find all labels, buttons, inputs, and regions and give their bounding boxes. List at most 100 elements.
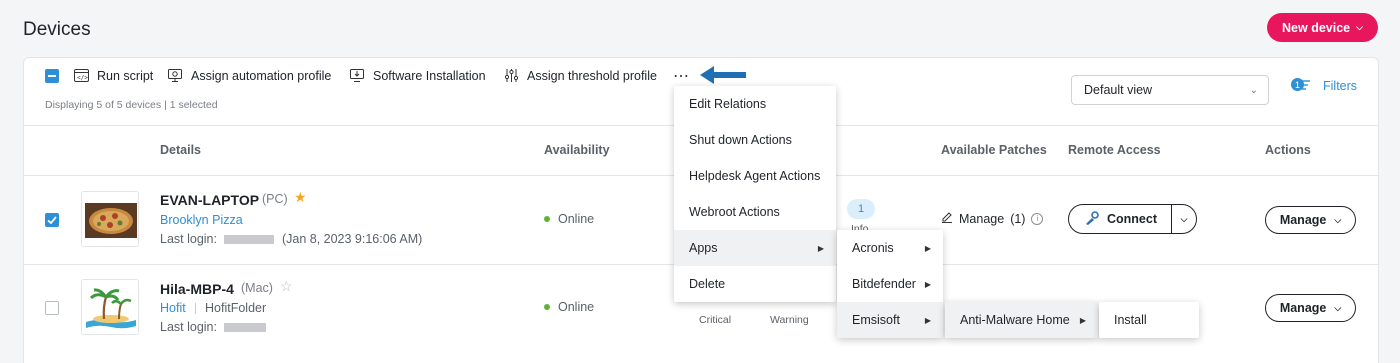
new-device-button[interactable]: New device ⌵	[1267, 13, 1378, 42]
submenu-item-emsisoft[interactable]: Emsisoft ▶	[837, 302, 943, 338]
col-header-actions[interactable]: Actions	[1265, 143, 1311, 157]
assign-threshold-profile-label: Assign threshold profile	[527, 68, 657, 83]
select-all-checkbox[interactable]	[45, 69, 59, 83]
connect-options-button[interactable]: ⌵	[1172, 214, 1196, 225]
info-count-badge[interactable]: 1	[847, 199, 875, 219]
row-checkbox[interactable]	[45, 301, 59, 315]
menu-item-apps-label: Apps	[689, 241, 718, 255]
submenu-item-acronis[interactable]: Acronis ▶	[837, 230, 943, 266]
manage-label: Manage	[1279, 213, 1327, 227]
view-select-value: Default view	[1084, 83, 1153, 97]
online-dot-icon	[544, 216, 550, 222]
device-name[interactable]: Hila-MBP-4	[160, 281, 234, 297]
info-icon[interactable]: i	[1031, 212, 1044, 225]
chevron-down-icon: ⌵	[1334, 214, 1342, 225]
arrow-left-icon	[700, 66, 746, 84]
more-actions-button[interactable]: ⋯	[673, 66, 690, 86]
view-select[interactable]: Default view ⌄	[1071, 75, 1269, 105]
caret-right-icon: ▶	[1079, 315, 1086, 325]
submenu-item-anti-malware-home[interactable]: Anti-Malware Home ▶	[945, 302, 1098, 338]
availability-label: Online	[558, 212, 595, 226]
submenu-item-bitdefender[interactable]: Bitdefender ▶	[837, 266, 943, 302]
page-title: Devices	[23, 19, 91, 40]
assign-threshold-profile-button[interactable]: Assign threshold profile	[504, 68, 657, 83]
caret-right-icon: ▶	[817, 243, 824, 253]
software-installation-button[interactable]: Software Installation	[350, 68, 486, 83]
chevron-down-icon: ⌵	[1334, 302, 1342, 313]
connect-button-group: Connect ⌵	[1068, 204, 1197, 234]
caret-right-icon: ▶	[924, 243, 931, 253]
chevron-down-icon: ⌄	[1249, 84, 1258, 96]
connect-label: Connect	[1107, 212, 1157, 226]
availability-status: Online	[544, 212, 594, 226]
customer-link[interactable]: Hofit	[160, 301, 186, 315]
availability-status: Online	[544, 300, 594, 314]
redacted-user	[224, 323, 267, 333]
anti-malware-submenu: Install	[1099, 302, 1199, 338]
patches-manage-label: Manage	[959, 211, 1005, 226]
col-header-available-patches[interactable]: Available Patches	[941, 143, 1047, 157]
row-checkbox[interactable]	[45, 213, 59, 227]
device-thumbnail	[81, 191, 139, 247]
caret-right-icon: ▶	[924, 279, 931, 289]
favorite-star-icon[interactable]: ★	[294, 189, 307, 206]
menu-item-shut-down-actions[interactable]: Shut down Actions	[674, 122, 836, 158]
folder-name: HofitFolder	[205, 301, 267, 315]
threshold-sliders-icon	[504, 68, 519, 83]
warning-label: Warning	[770, 314, 809, 326]
redacted-user	[224, 235, 275, 245]
filters-count-badge: 1	[1291, 78, 1304, 91]
software-install-icon	[350, 68, 365, 83]
pizza-image	[82, 192, 138, 246]
chevron-down-icon: ⌵	[1180, 213, 1188, 224]
submenu-item-anti-malware-home-label: Anti-Malware Home	[960, 313, 1070, 327]
device-name[interactable]: EVAN-LAPTOP	[160, 192, 259, 208]
emsisoft-submenu: Anti-Malware Home ▶	[945, 302, 1098, 338]
chevron-down-icon: ⌵	[1356, 22, 1363, 32]
submenu-item-bitdefender-label: Bitdefender	[852, 277, 916, 291]
last-login-date: (Jan 8, 2023 9:16:06 AM)	[281, 232, 423, 246]
menu-item-delete[interactable]: Delete	[674, 266, 836, 302]
caret-right-icon: ▶	[924, 315, 931, 325]
menu-item-edit-relations[interactable]: Edit Relations	[674, 86, 836, 122]
script-icon: </>	[74, 68, 89, 83]
col-header-availability[interactable]: Availability	[544, 143, 610, 157]
submenu-item-acronis-label: Acronis	[852, 241, 894, 255]
favorite-star-icon[interactable]: ☆	[280, 278, 293, 295]
patches-manage-link[interactable]: Manage (1) i	[941, 211, 1044, 226]
run-script-button[interactable]: </> Run script	[74, 68, 153, 83]
island-image	[82, 280, 138, 334]
software-installation-label: Software Installation	[373, 68, 486, 83]
more-actions-menu: Edit Relations Shut down Actions Helpdes…	[674, 86, 836, 302]
col-header-details[interactable]: Details	[160, 143, 201, 157]
customer-link[interactable]: Brooklyn Pizza	[160, 213, 243, 227]
menu-item-helpdesk-agent-actions[interactable]: Helpdesk Agent Actions	[674, 158, 836, 194]
automation-profile-icon	[168, 68, 183, 83]
svg-text:</>: </>	[77, 75, 88, 82]
menu-item-apps[interactable]: Apps ▶	[674, 230, 836, 266]
last-login: Last login: (Jan 8, 2023 9:16:06 AM)	[160, 232, 422, 246]
manage-button[interactable]: Manage ⌵	[1265, 294, 1356, 322]
connect-button[interactable]: Connect	[1069, 205, 1172, 233]
device-type: (Mac)	[241, 281, 273, 295]
filters-label: Filters	[1323, 78, 1358, 93]
last-login-label: Last login:	[160, 320, 217, 334]
menu-item-webroot-actions[interactable]: Webroot Actions	[674, 194, 836, 230]
run-script-label: Run script	[97, 68, 154, 83]
critical-label: Critical	[699, 314, 732, 326]
new-device-label: New device	[1282, 20, 1351, 35]
filters-button[interactable]: Filters	[1297, 78, 1357, 93]
assign-automation-profile-label: Assign automation profile	[191, 68, 332, 83]
device-thumbnail	[81, 279, 139, 335]
last-login: Last login:	[160, 320, 267, 334]
divider	[195, 303, 196, 314]
last-login-label: Last login:	[160, 232, 217, 246]
displaying-count: Displaying 5 of 5 devices | 1 selected	[45, 99, 218, 111]
assign-automation-profile-button[interactable]: Assign automation profile	[168, 68, 331, 83]
online-dot-icon	[544, 304, 550, 310]
availability-label: Online	[558, 300, 595, 314]
submenu-item-install[interactable]: Install	[1099, 302, 1199, 338]
col-header-remote-access[interactable]: Remote Access	[1068, 143, 1161, 157]
manage-button[interactable]: Manage ⌵	[1265, 206, 1356, 234]
device-type: (PC)	[262, 192, 288, 206]
